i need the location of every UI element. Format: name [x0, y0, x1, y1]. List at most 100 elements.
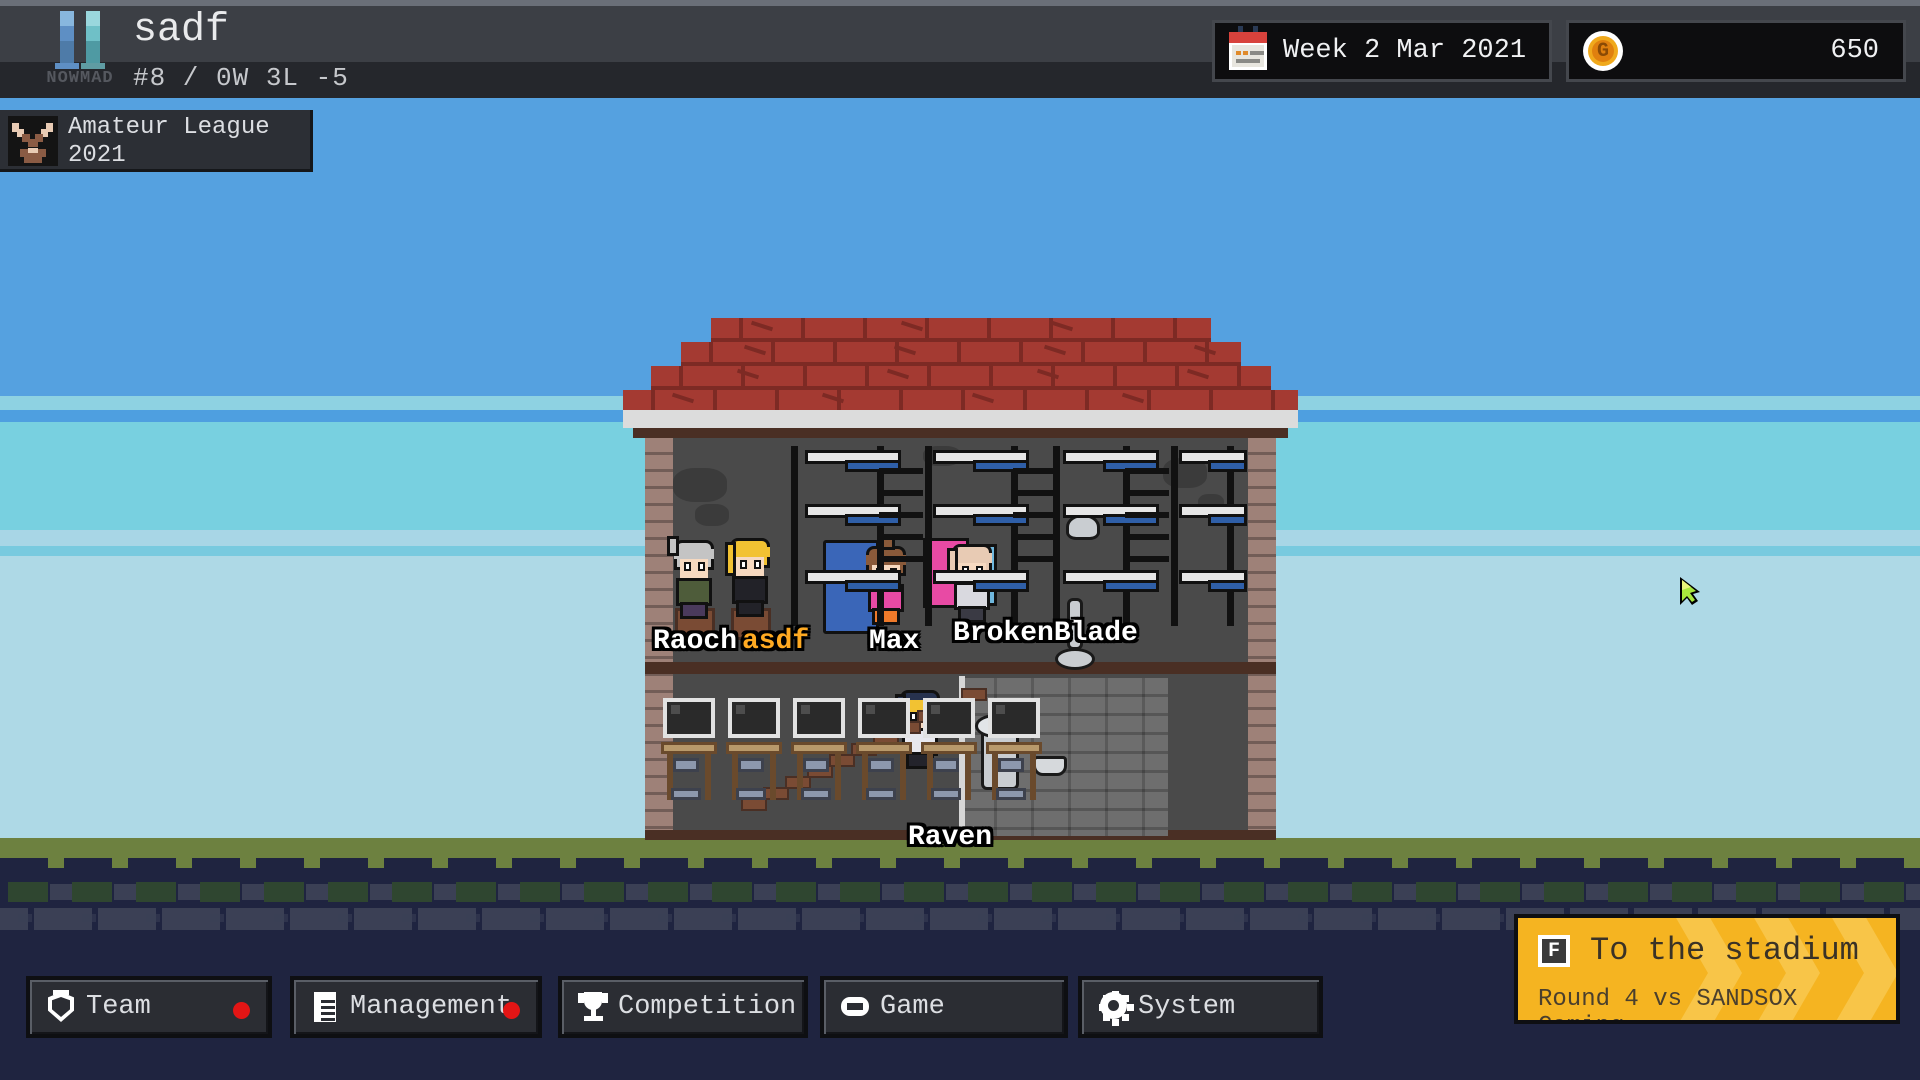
bunk-mattress	[1208, 460, 1247, 472]
chair	[868, 758, 894, 772]
roof-seam	[1081, 342, 1085, 364]
desk-leg	[900, 754, 906, 800]
ground-brick	[402, 914, 416, 922]
menu-button-system[interactable]: System	[1078, 976, 1323, 1038]
desk	[856, 742, 912, 754]
roof-seam	[679, 366, 683, 388]
ground-brick	[8, 882, 48, 902]
menu-button-management[interactable]: Management	[290, 976, 542, 1038]
ground-brick	[968, 882, 1008, 902]
ground-brick	[1672, 882, 1712, 902]
house-roof	[623, 318, 1298, 418]
desk-leg	[705, 754, 711, 800]
roof-seam	[987, 318, 991, 340]
shower-basin	[1055, 648, 1095, 670]
ground-brick	[146, 914, 160, 922]
ground-brick	[1544, 882, 1584, 902]
league-name: Amateur League	[68, 114, 270, 141]
roof-seam	[775, 390, 779, 412]
notification-dot	[503, 1002, 520, 1019]
ground-brick	[18, 914, 32, 922]
roof-seam	[801, 318, 805, 340]
roof-seam	[739, 318, 743, 340]
floor-divider	[645, 662, 1276, 674]
menu-button-label: Game	[880, 992, 945, 1022]
ground-brick	[1864, 882, 1904, 902]
eye-left	[910, 712, 917, 721]
roof-seam	[771, 342, 775, 364]
ground-brick	[658, 914, 672, 922]
bunk-mattress	[1103, 580, 1159, 592]
ground-brick	[1032, 882, 1072, 902]
menu-button-label: Team	[86, 992, 151, 1022]
ground-brick	[594, 914, 608, 922]
roof-seam	[1085, 390, 1089, 412]
roof-seam	[1113, 366, 1117, 388]
roof-seam	[1019, 342, 1023, 364]
shield-icon	[44, 990, 78, 1024]
character-name-raoch: Raoch	[653, 626, 738, 657]
hair-sidelock	[725, 542, 736, 576]
ground-brick	[1160, 882, 1200, 902]
ground-brick	[1800, 882, 1840, 902]
ground-brick	[712, 882, 752, 902]
ground-brick	[1288, 882, 1328, 902]
roof-seam	[899, 390, 903, 412]
menu-button-label: Competition	[618, 992, 797, 1022]
ground-brick	[1234, 914, 1248, 922]
hair-fringe	[674, 549, 714, 559]
ladder-rung	[1125, 490, 1169, 496]
roof-seam	[961, 390, 965, 412]
roof-seam	[1175, 366, 1179, 388]
roof-seam	[957, 342, 961, 364]
eye-right	[698, 562, 705, 571]
chair-seat	[996, 788, 1026, 800]
ground-brick	[648, 882, 688, 902]
desk	[791, 742, 847, 754]
coin-icon: G	[1583, 31, 1623, 71]
sink	[1033, 756, 1067, 776]
ground-brick	[328, 882, 368, 902]
roof-seam	[803, 366, 807, 388]
roof-seam	[1237, 366, 1241, 388]
menu-button-game[interactable]: Game	[820, 976, 1068, 1038]
character-name-raven: Raven	[908, 822, 993, 853]
hair-fringe	[730, 547, 770, 557]
bunk-post	[925, 446, 932, 626]
ground-brick	[82, 914, 96, 922]
eye-left	[740, 560, 747, 569]
ground-brick	[72, 882, 112, 902]
menu-button-team[interactable]: Team	[26, 976, 272, 1038]
desk	[726, 742, 782, 754]
roof-seam	[651, 390, 655, 412]
chair	[998, 758, 1024, 772]
calendar-icon	[1229, 26, 1267, 70]
ladder-rung	[1125, 534, 1169, 540]
ladder-rung	[879, 468, 923, 474]
ground-brick	[584, 882, 624, 902]
monitor	[858, 698, 910, 738]
ground-brick	[456, 882, 496, 902]
roof-trim	[633, 428, 1288, 438]
menu-button-label: Management	[350, 992, 513, 1022]
chair	[803, 758, 829, 772]
bunk-post	[1171, 446, 1178, 626]
to-the-stadium-button[interactable]: F To the stadium Round 4 vs SANDSOX Gami…	[1514, 914, 1900, 1024]
character-sprite	[667, 536, 717, 620]
gear-icon	[1096, 990, 1134, 1026]
menu-button-label: System	[1138, 992, 1236, 1022]
menu-button-competition[interactable]: Competition	[558, 976, 808, 1038]
league-year: 2021	[68, 142, 126, 169]
wall-stain	[695, 504, 729, 526]
roof-seam	[863, 318, 867, 340]
league-badge[interactable]: Amateur League 2021	[0, 110, 313, 172]
ground-brick	[978, 914, 992, 922]
ponytail	[667, 536, 679, 556]
wall-stain	[673, 468, 727, 502]
chair-seat	[736, 788, 766, 800]
logo-bar-right	[86, 11, 100, 65]
desk	[986, 742, 1042, 754]
game-screen: Raoch asdf Max BrokenBlade Raven NOWMAD …	[0, 0, 1920, 1080]
ground-brick	[1106, 914, 1120, 922]
week-label: Week 2 Mar 2021	[1283, 36, 1527, 66]
